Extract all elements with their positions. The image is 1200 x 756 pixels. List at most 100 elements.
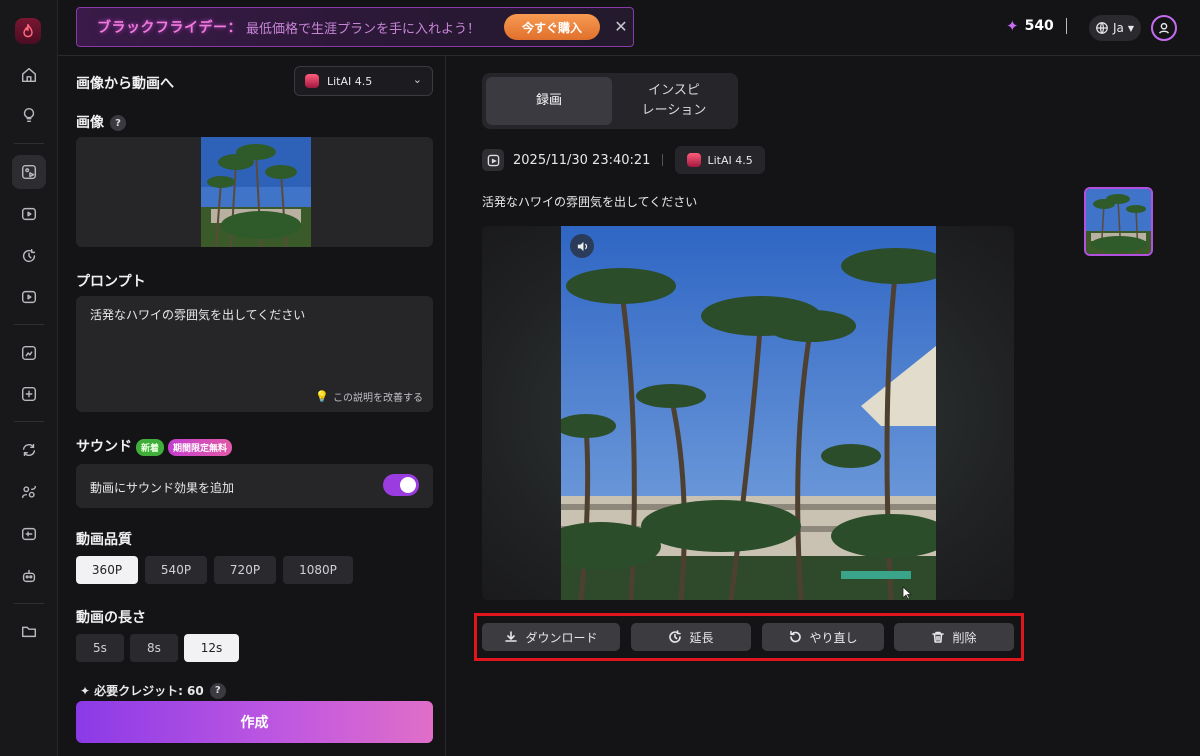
- volume-icon[interactable]: [570, 234, 594, 258]
- length-5s[interactable]: 5s: [76, 634, 124, 662]
- promo-message: 最低価格で生涯プランを手に入れよう！: [246, 21, 481, 37]
- video-player[interactable]: [482, 226, 1014, 600]
- image-to-video-icon[interactable]: [12, 155, 46, 189]
- quality-label: 動画品質: [76, 532, 132, 548]
- result-timestamp: 2025/11/30 23:40:21: [513, 152, 651, 168]
- credit-count: 540: [1024, 18, 1054, 34]
- image-label-text: 画像: [76, 115, 104, 131]
- redo-icon: [790, 630, 802, 643]
- text-to-video-icon[interactable]: [12, 197, 46, 231]
- download-icon: [505, 631, 518, 642]
- download-button[interactable]: ダウンロード: [482, 623, 620, 651]
- swap-icon[interactable]: [12, 433, 46, 467]
- promo-banner[interactable]: ブラックフライデー： 最低価格で生涯プランを手に入れよう！ 今すぐ購入 ✕: [76, 7, 634, 47]
- tab-record[interactable]: 録画: [486, 77, 612, 125]
- caret-down-icon: ▼: [1127, 23, 1135, 33]
- prompt-input[interactable]: 活発なハワイの雰囲気を出してください 💡 この説明を改善する: [76, 296, 433, 412]
- language-selector[interactable]: Ja ▼: [1089, 15, 1141, 41]
- rail-divider: [14, 603, 44, 604]
- help-icon[interactable]: ?: [209, 682, 226, 699]
- sparkle-icon: ✦: [80, 683, 91, 698]
- result-description: 活発なハワイの雰囲気を出してください: [482, 195, 698, 209]
- improve-label: この説明を改善する: [333, 393, 423, 404]
- create-button[interactable]: 作成: [76, 701, 433, 743]
- rail-divider: [14, 324, 44, 325]
- extend-icon[interactable]: [12, 239, 46, 273]
- user-icon: [1158, 22, 1170, 34]
- promo-title: ブラックフライデー：: [97, 20, 242, 36]
- video-actions-highlight: ダウンロード 延長 やり直し 削除: [474, 613, 1024, 661]
- chevron-down-icon: ⌄: [412, 73, 422, 86]
- redo-label: やり直し: [809, 630, 858, 645]
- delete-label: 削除: [952, 630, 977, 645]
- trash-icon: [932, 631, 945, 643]
- length-12s[interactable]: 12s: [184, 634, 239, 662]
- mouse-cursor-icon: [902, 586, 912, 600]
- prompt-text[interactable]: 活発なハワイの雰囲気を出してください: [90, 306, 305, 323]
- divider: [662, 154, 664, 166]
- people-icon[interactable]: [12, 475, 46, 509]
- sound-effect-option: 動画にサウンド効果を追加: [76, 464, 433, 508]
- new-badge: 新着: [136, 438, 165, 456]
- icon-rail: [0, 0, 58, 756]
- image-edit-icon[interactable]: [12, 336, 46, 370]
- video-icon[interactable]: [12, 280, 46, 314]
- tab-inspiration-line1: インスピ: [648, 83, 700, 98]
- rail-divider: [14, 143, 44, 144]
- extend-icon: [669, 630, 682, 643]
- robot-icon[interactable]: [12, 559, 46, 593]
- top-bar: ブラックフライデー： 最低価格で生涯プランを手に入れよう！ 今すぐ購入 ✕ ✦ …: [58, 0, 1200, 56]
- globe-icon: [1096, 22, 1108, 34]
- close-icon[interactable]: ✕: [611, 17, 631, 37]
- image-label: 画像?: [76, 112, 126, 132]
- extend-label: 延長: [689, 630, 714, 645]
- sound-label: サウンド 新着 期間限定無料: [76, 436, 233, 456]
- image-add-icon[interactable]: [12, 377, 46, 411]
- bulb-icon[interactable]: [12, 98, 46, 132]
- download-label: ダウンロード: [525, 630, 598, 645]
- generation-panel: 画像から動画へ LitAI 4.5 ⌄ 画像? プロンプト 活発なハワイの雰囲気…: [58, 56, 446, 756]
- language-label: Ja: [1113, 21, 1124, 35]
- redo-button[interactable]: やり直し: [762, 623, 884, 651]
- quality-1080p[interactable]: 1080P: [283, 556, 353, 584]
- quality-540p[interactable]: 540P: [145, 556, 207, 584]
- folder-icon[interactable]: [12, 614, 46, 648]
- quality-360p[interactable]: 360P: [76, 556, 138, 584]
- generated-video[interactable]: [561, 226, 936, 600]
- buy-now-button[interactable]: 今すぐ購入: [504, 14, 600, 40]
- length-label: 動画の長さ: [76, 610, 146, 626]
- model-chip: LitAI 4.5: [675, 146, 765, 174]
- model-logo-icon: [305, 74, 319, 88]
- rail-divider: [14, 421, 44, 422]
- length-8s[interactable]: 8s: [130, 634, 178, 662]
- sound-toggle[interactable]: [383, 474, 419, 496]
- app-window: ブラックフライデー： 最低価格で生涯プランを手に入れよう！ 今すぐ購入 ✕ ✦ …: [0, 0, 1200, 756]
- improve-prompt-button[interactable]: 💡 この説明を改善する: [315, 389, 423, 404]
- result-meta: 2025/11/30 23:40:21 LitAI 4.5: [482, 146, 765, 174]
- quality-720p[interactable]: 720P: [214, 556, 276, 584]
- result-thumbnail[interactable]: [1084, 187, 1153, 256]
- model-chip-label: LitAI 4.5: [707, 153, 753, 167]
- flame-logo-icon[interactable]: [15, 18, 41, 44]
- model-dropdown[interactable]: LitAI 4.5 ⌄: [294, 66, 433, 96]
- user-avatar[interactable]: [1151, 15, 1177, 41]
- extend-button[interactable]: 延長: [631, 623, 751, 651]
- prompt-label: プロンプト: [76, 274, 146, 290]
- required-credits: ✦ 必要クレジット: 60 ?: [80, 682, 226, 699]
- tab-inspiration-line2: レーション: [641, 103, 707, 118]
- image-to-video-icon: [482, 149, 504, 171]
- uploaded-image: [201, 137, 311, 247]
- sound-option-label: 動画にサウンド効果を追加: [90, 481, 235, 495]
- required-credits-text: 必要クレジット: 60: [94, 684, 204, 698]
- image-upload-area[interactable]: [76, 137, 433, 247]
- lip-sync-icon[interactable]: [12, 517, 46, 551]
- credit-balance[interactable]: ✦ 540: [1006, 17, 1067, 35]
- delete-button[interactable]: 削除: [894, 623, 1014, 651]
- help-icon[interactable]: ?: [110, 115, 126, 131]
- home-icon[interactable]: [12, 58, 46, 92]
- sound-label-text: サウンド: [76, 439, 132, 455]
- divider: [1065, 18, 1067, 34]
- result-tabs: 録画 インスピレーション: [482, 73, 738, 129]
- tab-inspiration[interactable]: インスピ レーション: [614, 77, 734, 125]
- model-logo-icon: [687, 153, 702, 167]
